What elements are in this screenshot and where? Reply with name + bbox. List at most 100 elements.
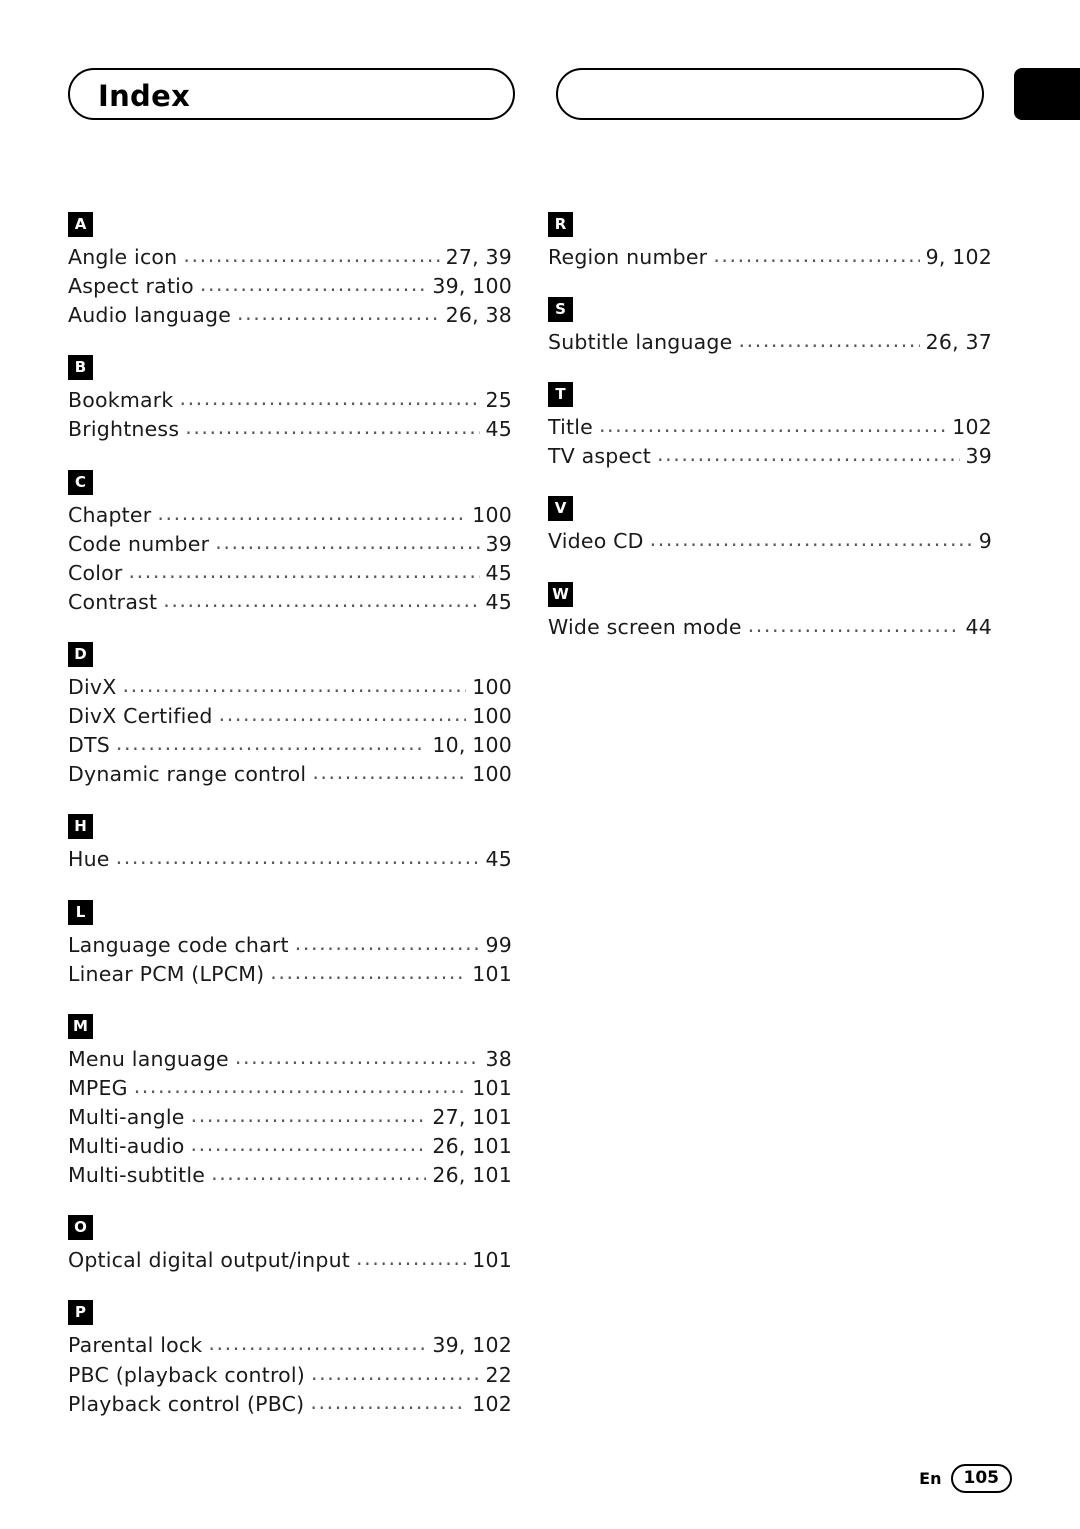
- letter-badge: P: [68, 1300, 93, 1326]
- index-entry[interactable]: Multi-angle.............................…: [68, 1103, 512, 1132]
- index-entry[interactable]: Parental lock...........................…: [68, 1331, 512, 1360]
- page-footer: En 105: [919, 1464, 1012, 1493]
- index-entry-term: PBC (playback control): [68, 1362, 305, 1387]
- index-entry-pages: 101: [472, 1075, 512, 1100]
- index-entry-leader: ........................................…: [157, 500, 466, 525]
- index-entry-term: Multi-subtitle: [68, 1163, 206, 1188]
- index-entry[interactable]: DivX....................................…: [68, 673, 512, 702]
- index-entry[interactable]: Audio language..........................…: [68, 301, 512, 330]
- index-entry-leader: ........................................…: [270, 959, 467, 984]
- index-entry-pages: 44: [965, 614, 992, 639]
- index-entry-pages: 26, 101: [432, 1134, 512, 1159]
- index-entry[interactable]: Multi-subtitle..........................…: [68, 1161, 512, 1190]
- index-entry[interactable]: Brightness..............................…: [68, 415, 512, 444]
- index-entry[interactable]: Optical digital output/input............…: [68, 1246, 512, 1275]
- index-entry-leader: ........................................…: [163, 587, 480, 612]
- index-entry-pages: 100: [472, 704, 512, 729]
- index-entry-term: Parental lock: [68, 1333, 203, 1358]
- index-letter-group: C Chapter................................…: [68, 469, 512, 617]
- index-entry-pages: 27, 101: [432, 1104, 512, 1129]
- index-letter-group: V Video CD...............................…: [548, 496, 992, 556]
- index-entry[interactable]: Chapter.................................…: [68, 501, 512, 530]
- letter-badge: R: [548, 212, 573, 237]
- index-entry-pages: 45: [485, 847, 512, 872]
- index-entry-leader: ........................................…: [215, 529, 479, 554]
- letter-badge: O: [68, 1215, 93, 1241]
- index-letter-group: T Title..................................…: [548, 382, 992, 471]
- index-entry[interactable]: MPEG....................................…: [68, 1074, 512, 1103]
- index-entry-term: Optical digital output/input: [68, 1248, 351, 1273]
- index-entry-leader: ........................................…: [185, 415, 480, 440]
- index-entry[interactable]: DivX Certified..........................…: [68, 702, 512, 731]
- index-entry[interactable]: Region number...........................…: [548, 243, 992, 272]
- index-letter-group: L Language code chart....................…: [68, 899, 512, 989]
- index-entry-leader: ........................................…: [311, 1360, 480, 1385]
- index-entry[interactable]: Dynamic range control...................…: [68, 760, 512, 789]
- index-entry[interactable]: Code number.............................…: [68, 530, 512, 559]
- index-entry-pages: 9, 102: [925, 245, 992, 269]
- index-entry[interactable]: Video CD................................…: [548, 527, 992, 556]
- index-entry[interactable]: Playback control (PBC)..................…: [68, 1390, 512, 1419]
- index-entry-pages: 99: [485, 932, 512, 957]
- index-entry-leader: ........................................…: [649, 527, 973, 552]
- index-entry-leader: ........................................…: [218, 702, 467, 727]
- index-entry[interactable]: Title...................................…: [548, 413, 992, 442]
- letter-badge: V: [548, 496, 573, 522]
- footer-language: En: [919, 1469, 942, 1488]
- index-entry-pages: 38: [485, 1046, 512, 1071]
- index-entry-leader: ........................................…: [208, 1331, 426, 1356]
- index-entry-leader: ........................................…: [128, 558, 480, 583]
- index-entry[interactable]: Aspect ratio............................…: [68, 272, 512, 301]
- index-entry-pages: 26, 37: [925, 330, 992, 355]
- index-entry-term: Brightness: [68, 417, 180, 442]
- index-letter-group: M Menu language..........................…: [68, 1013, 512, 1191]
- index-entry[interactable]: DTS.....................................…: [68, 731, 512, 760]
- index-entry[interactable]: Wide screen mode........................…: [548, 613, 992, 642]
- index-entry[interactable]: Linear PCM (LPCM).......................…: [68, 960, 512, 989]
- index-entry-pages: 102: [472, 1391, 512, 1416]
- letter-badge: C: [68, 469, 93, 495]
- index-entry-term: DTS: [68, 733, 110, 758]
- index-entry-term: DivX: [68, 674, 117, 699]
- index-entry[interactable]: PBC (playback control)..................…: [68, 1361, 512, 1390]
- index-entry-term: Region number: [548, 245, 708, 269]
- index-entry-term: Aspect ratio: [68, 274, 194, 299]
- index-entry-leader: ........................................…: [294, 930, 480, 955]
- index-column-left: A Angle icon.............................…: [68, 212, 512, 1444]
- index-entry-pages: 45: [485, 560, 512, 585]
- index-entry-leader: ........................................…: [310, 1389, 466, 1414]
- index-letter-group: H Hue....................................…: [68, 814, 512, 874]
- index-entry[interactable]: Menu language...........................…: [68, 1045, 512, 1074]
- index-entry-pages: 45: [485, 589, 512, 614]
- index-entry-term: Color: [68, 560, 123, 585]
- index-entry[interactable]: Bookmark................................…: [68, 386, 512, 415]
- index-entry[interactable]: Contrast................................…: [68, 588, 512, 617]
- index-entry[interactable]: Language code chart.....................…: [68, 931, 512, 960]
- index-entry[interactable]: Hue.....................................…: [68, 845, 512, 874]
- index-entry-pages: 102: [952, 415, 992, 440]
- index-entry-leader: ........................................…: [115, 845, 480, 870]
- index-entry-leader: ........................................…: [598, 413, 947, 438]
- index-letter-group: W Wide screen mode.......................…: [548, 581, 992, 642]
- index-entry-pages: 39, 102: [432, 1333, 512, 1358]
- page-header: Index: [0, 68, 1080, 120]
- index-entry-term: Code number: [68, 531, 210, 556]
- index-entry-pages: 45: [485, 417, 512, 442]
- index-entry-leader: ........................................…: [657, 442, 959, 467]
- index-entry[interactable]: Multi-audio.............................…: [68, 1132, 512, 1161]
- index-entry-pages: 26, 38: [445, 303, 512, 328]
- index-entry-term: Multi-angle: [68, 1104, 185, 1129]
- index-entry[interactable]: TV aspect...............................…: [548, 442, 992, 471]
- index-entry[interactable]: Subtitle language.......................…: [548, 328, 992, 357]
- index-entry[interactable]: Angle icon..............................…: [68, 243, 512, 272]
- index-entry[interactable]: Color...................................…: [68, 559, 512, 588]
- index-entry-pages: 39: [485, 531, 512, 556]
- index-entry-pages: 26, 101: [432, 1163, 512, 1188]
